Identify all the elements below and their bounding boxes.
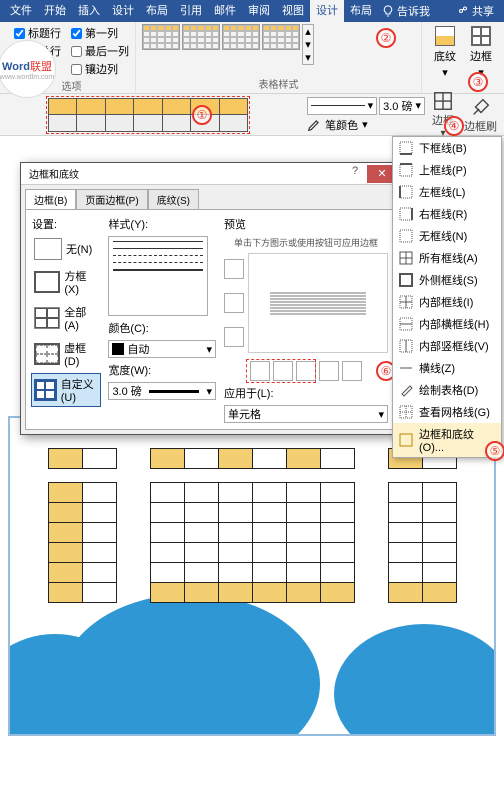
color-dropdown[interactable]: 自动▾	[108, 340, 216, 358]
label-color: 颜色(C):	[108, 320, 216, 336]
tab-table-layout[interactable]: 布局	[344, 0, 378, 22]
shading-button[interactable]: 底纹▾	[428, 24, 462, 81]
label-preview: 预览	[224, 216, 388, 232]
preset-box[interactable]: 方框(X)	[32, 266, 100, 298]
share-icon	[457, 5, 469, 17]
annotation-2: ②	[376, 28, 396, 48]
borders-icon	[471, 26, 491, 46]
chevron-down-icon[interactable]: ▾	[362, 118, 368, 131]
result-table	[28, 448, 476, 603]
border-weight-dropdown[interactable]: 3.0 磅 ▾	[379, 97, 425, 115]
preset-none[interactable]: 无(N)	[32, 236, 100, 262]
border-painter-button[interactable]: 边框刷	[461, 96, 500, 134]
annotation-4: ④	[444, 116, 464, 136]
pen-icon	[307, 118, 321, 132]
mi-inside-h[interactable]: 内部横框线(H)	[393, 313, 501, 335]
mi-right-border[interactable]: 右框线(R)	[393, 203, 501, 225]
help-button[interactable]: ?	[343, 165, 367, 183]
mi-horizontal-line[interactable]: 横线(Z)	[393, 357, 501, 379]
share-button[interactable]: 共享	[451, 3, 500, 19]
label-setting: 设置:	[32, 216, 100, 232]
tab-insert[interactable]: 插入	[72, 0, 106, 22]
pv-right-btn[interactable]	[319, 361, 339, 381]
pv-bot-btn[interactable]	[224, 327, 244, 347]
mi-no-border[interactable]: 无框线(N)	[393, 225, 501, 247]
group-label-styles: 表格样式	[142, 76, 415, 91]
mi-outside-borders[interactable]: 外侧框线(S)	[393, 269, 501, 291]
tab-home[interactable]: 开始	[38, 0, 72, 22]
tab-file[interactable]: 文件	[4, 0, 38, 22]
pen-color-label: 笔颜色	[325, 117, 358, 133]
mi-left-border[interactable]: 左框线(L)	[393, 181, 501, 203]
mi-draw-table[interactable]: 绘制表格(D)	[393, 379, 501, 401]
chk-last-col[interactable]: 最后一列	[71, 42, 129, 60]
tab-mail[interactable]: 邮件	[208, 0, 242, 22]
preset-all[interactable]: 全部(A)	[32, 302, 100, 334]
pv-diag2-btn[interactable]	[342, 361, 362, 381]
logo-watermark: Word联盟 www.wordlm.com	[0, 40, 56, 98]
mi-view-gridlines[interactable]: 查看网格线(G)	[393, 401, 501, 423]
chk-banded-col[interactable]: 镶边列	[71, 60, 129, 78]
ribbon: Word联盟 www.wordlm.com 标题行 汇总行 镶行 第一列 最后一…	[0, 22, 504, 94]
label-width: 宽度(W):	[108, 362, 216, 378]
style-gallery[interactable]: ▴ ▾ ▾	[142, 24, 415, 65]
gallery-down-icon[interactable]: ▾	[303, 38, 313, 51]
gallery-more-icon[interactable]: ▾	[303, 51, 313, 64]
chk-first-col[interactable]: 第一列	[71, 24, 129, 42]
preset-grid[interactable]: 虚框(D)	[32, 338, 100, 370]
borders-shading-dialog: 边框和底纹 ? ✕ 边框(B) 页面边框(P) 底纹(S) 设置: 无(N) 方…	[20, 162, 400, 435]
dlg-tab-page[interactable]: 页面边框(P)	[76, 189, 147, 209]
ribbon-tabs: 文件 开始 插入 设计 布局 引用 邮件 审阅 视图 设计 布局 告诉我 共享	[0, 0, 504, 22]
annotation-1: ①	[192, 105, 212, 125]
tab-layout[interactable]: 布局	[140, 0, 174, 22]
dlg-tab-border[interactable]: 边框(B)	[25, 189, 76, 209]
mi-inside-borders[interactable]: 内部框线(I)	[393, 291, 501, 313]
tab-design[interactable]: 设计	[106, 0, 140, 22]
dialog-title: 边框和底纹	[23, 166, 85, 181]
tab-table-design[interactable]: 设计	[310, 0, 344, 22]
width-dropdown[interactable]: 3.0 磅▾	[108, 382, 216, 400]
result-preview	[8, 416, 496, 736]
tab-review[interactable]: 审阅	[242, 0, 276, 22]
tell-me[interactable]: 告诉我	[378, 3, 434, 19]
bulb-icon	[382, 5, 394, 17]
tab-ref[interactable]: 引用	[174, 0, 208, 22]
style-list[interactable]	[108, 236, 208, 316]
preview-pane	[248, 253, 388, 353]
annotation-3: ③	[468, 72, 488, 92]
dlg-tab-shading[interactable]: 底纹(S)	[148, 189, 199, 209]
bucket-icon	[435, 26, 455, 46]
mi-bottom-border[interactable]: 下框线(B)	[393, 137, 501, 159]
gallery-up-icon[interactable]: ▴	[303, 25, 313, 38]
pv-top-btn[interactable]	[224, 259, 244, 279]
group-borders: 底纹▾ 边框▾	[422, 22, 504, 93]
tab-view[interactable]: 视图	[276, 0, 310, 22]
brush-icon	[470, 96, 492, 118]
chk-header-row[interactable]: 标题行	[14, 24, 61, 42]
border-style-dropdown[interactable]: ▾	[307, 97, 377, 115]
apply-to-dropdown[interactable]: 单元格▾	[224, 405, 388, 423]
chevron-down-icon: ▾	[442, 66, 448, 79]
label-apply: 应用于(L):	[224, 385, 388, 401]
mi-inside-v[interactable]: 内部竖框线(V)	[393, 335, 501, 357]
borders-menu: 下框线(B) 上框线(P) 左框线(L) 右框线(R) 无框线(N) 所有框线(…	[392, 136, 502, 458]
border-toolbar: ① ▾ 3.0 磅 ▾ 笔颜色▾ 边框▾ 边框刷 ④	[0, 94, 504, 136]
preview-hint: 单击下方图示或使用按钮可应用边框	[224, 236, 388, 249]
annotation-5: ⑤	[485, 441, 504, 461]
mi-top-border[interactable]: 上框线(P)	[393, 159, 501, 181]
label-style: 样式(Y):	[108, 216, 216, 232]
preset-custom[interactable]: 自定义(U)	[32, 374, 100, 406]
mi-all-borders[interactable]: 所有框线(A)	[393, 247, 501, 269]
pv-mid-btn[interactable]	[224, 293, 244, 313]
selected-table-preview	[48, 98, 248, 132]
borders-icon	[432, 90, 454, 112]
